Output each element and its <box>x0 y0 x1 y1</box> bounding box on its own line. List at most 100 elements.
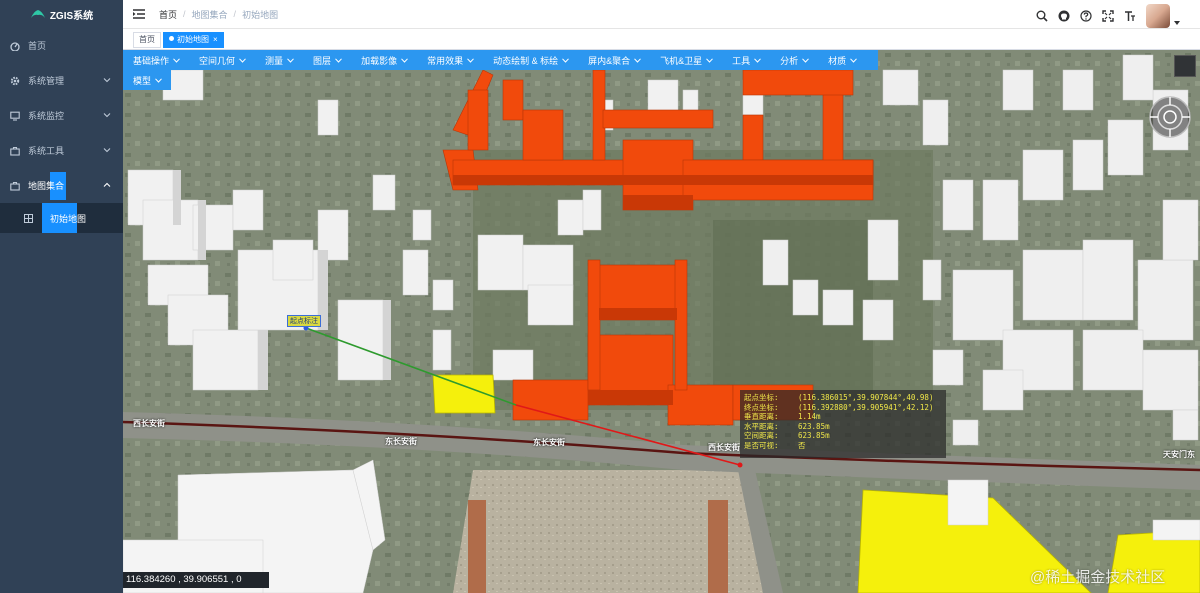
chevron-down-icon <box>155 77 162 83</box>
road-label: 西长安街 <box>708 443 740 452</box>
brand-title: ZGIS系统 <box>49 10 94 22</box>
info-row-vertical: 垂直距离: 1.14m <box>744 412 942 422</box>
menu-label: 空间几何 <box>199 55 236 66</box>
chevron-down-icon <box>103 113 111 118</box>
cursor-coordinates: 116.384260 , 39.906551 , 0 <box>123 572 269 588</box>
info-row-end: 终点坐标: (116.392880°,39.905941°,42.12) <box>744 403 942 413</box>
menu-model[interactable]: 模型 <box>123 74 171 87</box>
info-row-visible: 是否可视: 否 <box>744 441 942 451</box>
sidebar-item-label: 首页 <box>28 41 47 51</box>
sidebar-item-label: 系统工具 <box>28 146 65 156</box>
sidebar-item-system-tools[interactable]: 系统工具 <box>0 133 123 168</box>
plaza-lawn <box>708 500 728 593</box>
info-value: 623.85m <box>798 421 830 431</box>
logo-icon <box>30 10 45 18</box>
info-value: 1.14m <box>798 412 821 422</box>
menu-common-effects[interactable]: 常用效果 <box>417 54 483 67</box>
avatar[interactable] <box>1146 4 1170 28</box>
gear-icon <box>10 76 20 85</box>
compass-icon[interactable] <box>1148 95 1192 139</box>
chevron-down-icon <box>706 57 714 63</box>
road-label: 东长安街 <box>533 438 565 447</box>
map-control-button[interactable] <box>1174 55 1196 77</box>
line-of-sight-info-panel: 起点坐标: (116.386015°,39.907844°,40.98) 终点坐标… <box>740 390 946 458</box>
chevron-down-icon <box>850 57 858 63</box>
chevron-down-icon <box>634 57 641 63</box>
dashboard-icon <box>10 41 20 51</box>
toolbox-icon <box>10 146 20 156</box>
sidebar-item-system-management[interactable]: 系统管理 <box>0 63 123 98</box>
sidebar-item-map-collection[interactable]: 地图集合 <box>0 168 123 203</box>
menu-tools[interactable]: 工具 <box>722 54 770 67</box>
info-value: 623.85m <box>798 431 830 441</box>
sidebar-item-label: 系统管理 <box>28 76 65 86</box>
monitor-icon <box>10 111 20 121</box>
tags-view: 首页 初始地图 × <box>123 29 1200 50</box>
info-value: (116.392880°,39.905941°,42.12) <box>798 402 934 412</box>
map-viewer[interactable]: 西长安街 东长安街 西长安街 东长安街 天安门东 <box>123 50 1200 593</box>
github-icon[interactable] <box>1058 10 1070 22</box>
menu-label: 飞机&卫星 <box>660 55 703 66</box>
info-value: 否 <box>798 440 806 450</box>
chevron-down-icon <box>103 148 111 153</box>
menu-analysis[interactable]: 分析 <box>770 54 818 67</box>
menu-label: 材质 <box>828 55 847 66</box>
close-icon[interactable]: × <box>213 35 218 44</box>
chevron-down-icon <box>401 57 408 63</box>
info-row-horizontal: 水平距离: 623.85m <box>744 422 942 432</box>
watermark: @稀土掘金技术社区 <box>1030 569 1166 586</box>
hamburger-icon[interactable] <box>133 9 145 19</box>
tag-label: 初始地图 <box>177 35 209 44</box>
info-value: (116.386015°,39.907844°,40.98) <box>798 393 934 402</box>
menu-basic-ops[interactable]: 基础操作 <box>123 54 189 67</box>
font-size-icon[interactable] <box>1124 10 1136 22</box>
menu-cluster[interactable]: 屏内&聚合 <box>578 54 650 67</box>
road-label: 天安门东 <box>1163 450 1195 459</box>
fullscreen-icon[interactable] <box>1102 10 1114 22</box>
tag-home[interactable]: 首页 <box>133 32 161 48</box>
menu-layers[interactable]: 图层 <box>303 54 351 67</box>
caret-down-icon[interactable] <box>1174 20 1180 26</box>
menu-aircraft-satellite[interactable]: 飞机&卫星 <box>650 54 722 67</box>
help-icon[interactable] <box>1080 10 1092 22</box>
road-label: 西长安街 <box>133 419 165 428</box>
sidebar-item-system-monitor[interactable]: 系统监控 <box>0 98 123 133</box>
brand[interactable]: ZGIS系统 <box>0 0 123 28</box>
plaza-lawn <box>468 500 486 593</box>
breadcrumb-current: 初始地图 <box>242 9 279 20</box>
info-key: 起点坐标: <box>744 393 779 402</box>
chevron-down-icon <box>467 57 474 63</box>
breadcrumb-home[interactable]: 首页 <box>159 8 177 21</box>
chevron-down-icon <box>802 57 810 63</box>
map-scene[interactable] <box>123 50 1200 593</box>
map-toolbar-row2: 模型 <box>123 70 171 90</box>
breadcrumb-map-collection[interactable]: 地图集合 <box>192 8 228 21</box>
menu-dynamic-draw[interactable]: 动态绘制 & 标绘 <box>483 54 578 67</box>
info-key: 是否可视: <box>744 440 779 450</box>
tag-initial-map[interactable]: 初始地图 × <box>163 32 224 48</box>
sidebar: ZGIS系统 首页 系统管理 系统监控 系统工具 地图集合 初始地图 <box>0 0 123 593</box>
menu-measure[interactable]: 测量 <box>255 54 303 67</box>
chevron-down-icon <box>335 57 342 63</box>
sidebar-item-home[interactable]: 首页 <box>0 28 123 63</box>
map-toolbar: 基础操作 空间几何 测量 图层 加载影像 常用效果 动态绘制 & 标绘 屏内&聚… <box>123 50 878 70</box>
chevron-down-icon <box>287 57 294 63</box>
menu-label: 分析 <box>780 55 799 66</box>
sidebar-item-label: 系统监控 <box>28 111 65 121</box>
menu-spatial-geometry[interactable]: 空间几何 <box>189 54 255 67</box>
info-key: 水平距离: <box>744 421 779 431</box>
chevron-down-icon <box>103 78 111 83</box>
info-row-spatial: 空间距离: 623.85m <box>744 431 942 441</box>
info-row-start: 起点坐标: (116.386015°,39.907844°,40.98) <box>744 393 942 403</box>
menu-label: 动态绘制 & 标绘 <box>493 55 559 66</box>
search-icon[interactable] <box>1036 10 1048 22</box>
menu-material[interactable]: 材质 <box>818 54 866 67</box>
menu-label: 测量 <box>265 55 284 66</box>
menu-load-imagery[interactable]: 加载影像 <box>351 54 417 67</box>
chevron-up-icon <box>103 182 111 187</box>
sidebar-subitem-label: 初始地图 <box>50 213 87 224</box>
tag-label: 首页 <box>139 35 155 44</box>
menu-label: 常用效果 <box>427 55 464 66</box>
sidebar-subitem-initial-map[interactable]: 初始地图 <box>0 203 123 233</box>
breadcrumb-separator: / <box>233 9 237 19</box>
